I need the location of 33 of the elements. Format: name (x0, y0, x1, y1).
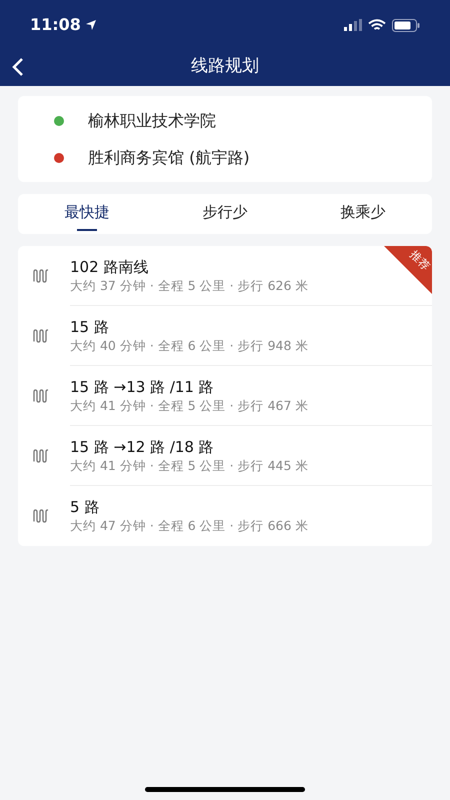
endpoint-name[interactable]: 榆林职业技术学院 (88, 108, 216, 132)
route-details: 大约 41 分钟 · 全程 5 公里 · 步行 445 米 (70, 456, 308, 474)
route-icon (32, 447, 50, 465)
route-name: 102 路南线 (70, 256, 148, 276)
location-arrow-icon (84, 19, 97, 31)
route-name: 15 路 (70, 316, 109, 336)
header-title: 线路规划 (191, 55, 259, 78)
signal-icon (344, 19, 362, 31)
wifi-icon (368, 18, 386, 32)
route-name: 15 路 →12 路 /18 路 (70, 436, 214, 456)
route-item[interactable]: 15 路 →13 路 /11 路 大约 41 分钟 · 全程 5 公里 · 步行 467 米 (18, 366, 432, 426)
route-details: 大约 41 分钟 · 全程 5 公里 · 步行 467 米 (70, 396, 308, 414)
status-time: 11:08 (30, 14, 81, 36)
route-item[interactable]: 5 路 大约 47 分钟 · 全程 6 公里 · 步行 666 米 (18, 486, 432, 546)
endpoint-name[interactable]: 胜利商务宾馆 (航宇路) (88, 146, 250, 170)
sort-tab[interactable]: 步行少 (156, 194, 294, 234)
route-item[interactable]: 15 路 大约 40 分钟 · 全程 6 公里 · 步行 948 米 (18, 306, 432, 366)
back-icon (12, 57, 24, 77)
route-icon (32, 507, 50, 525)
route-icon (32, 267, 50, 285)
route-icon (32, 327, 50, 345)
route-item[interactable]: 15 路 →12 路 /18 路 大约 41 分钟 · 全程 5 公里 · 步行 445 米 (18, 426, 432, 486)
recommended-ribbon: 推荐 (384, 246, 432, 294)
route-details: 大约 40 分钟 · 全程 6 公里 · 步行 948 米 (70, 336, 308, 354)
route-name: 15 路 →13 路 /11 路 (70, 376, 214, 396)
route-name: 5 路 (70, 497, 100, 517)
sort-tab[interactable]: 换乘少 (294, 194, 432, 234)
route-icon (32, 387, 50, 405)
route-details: 大约 37 分钟 · 全程 5 公里 · 步行 626 米 (70, 276, 308, 294)
battery-icon (392, 18, 420, 32)
route-details: 大约 47 分钟 · 全程 6 公里 · 步行 666 米 (70, 517, 308, 535)
sort-tab[interactable]: 最快捷 (18, 194, 156, 234)
route-item[interactable]: 102 路南线 大约 37 分钟 · 全程 5 公里 · 步行 626 米 推荐 (18, 246, 432, 306)
